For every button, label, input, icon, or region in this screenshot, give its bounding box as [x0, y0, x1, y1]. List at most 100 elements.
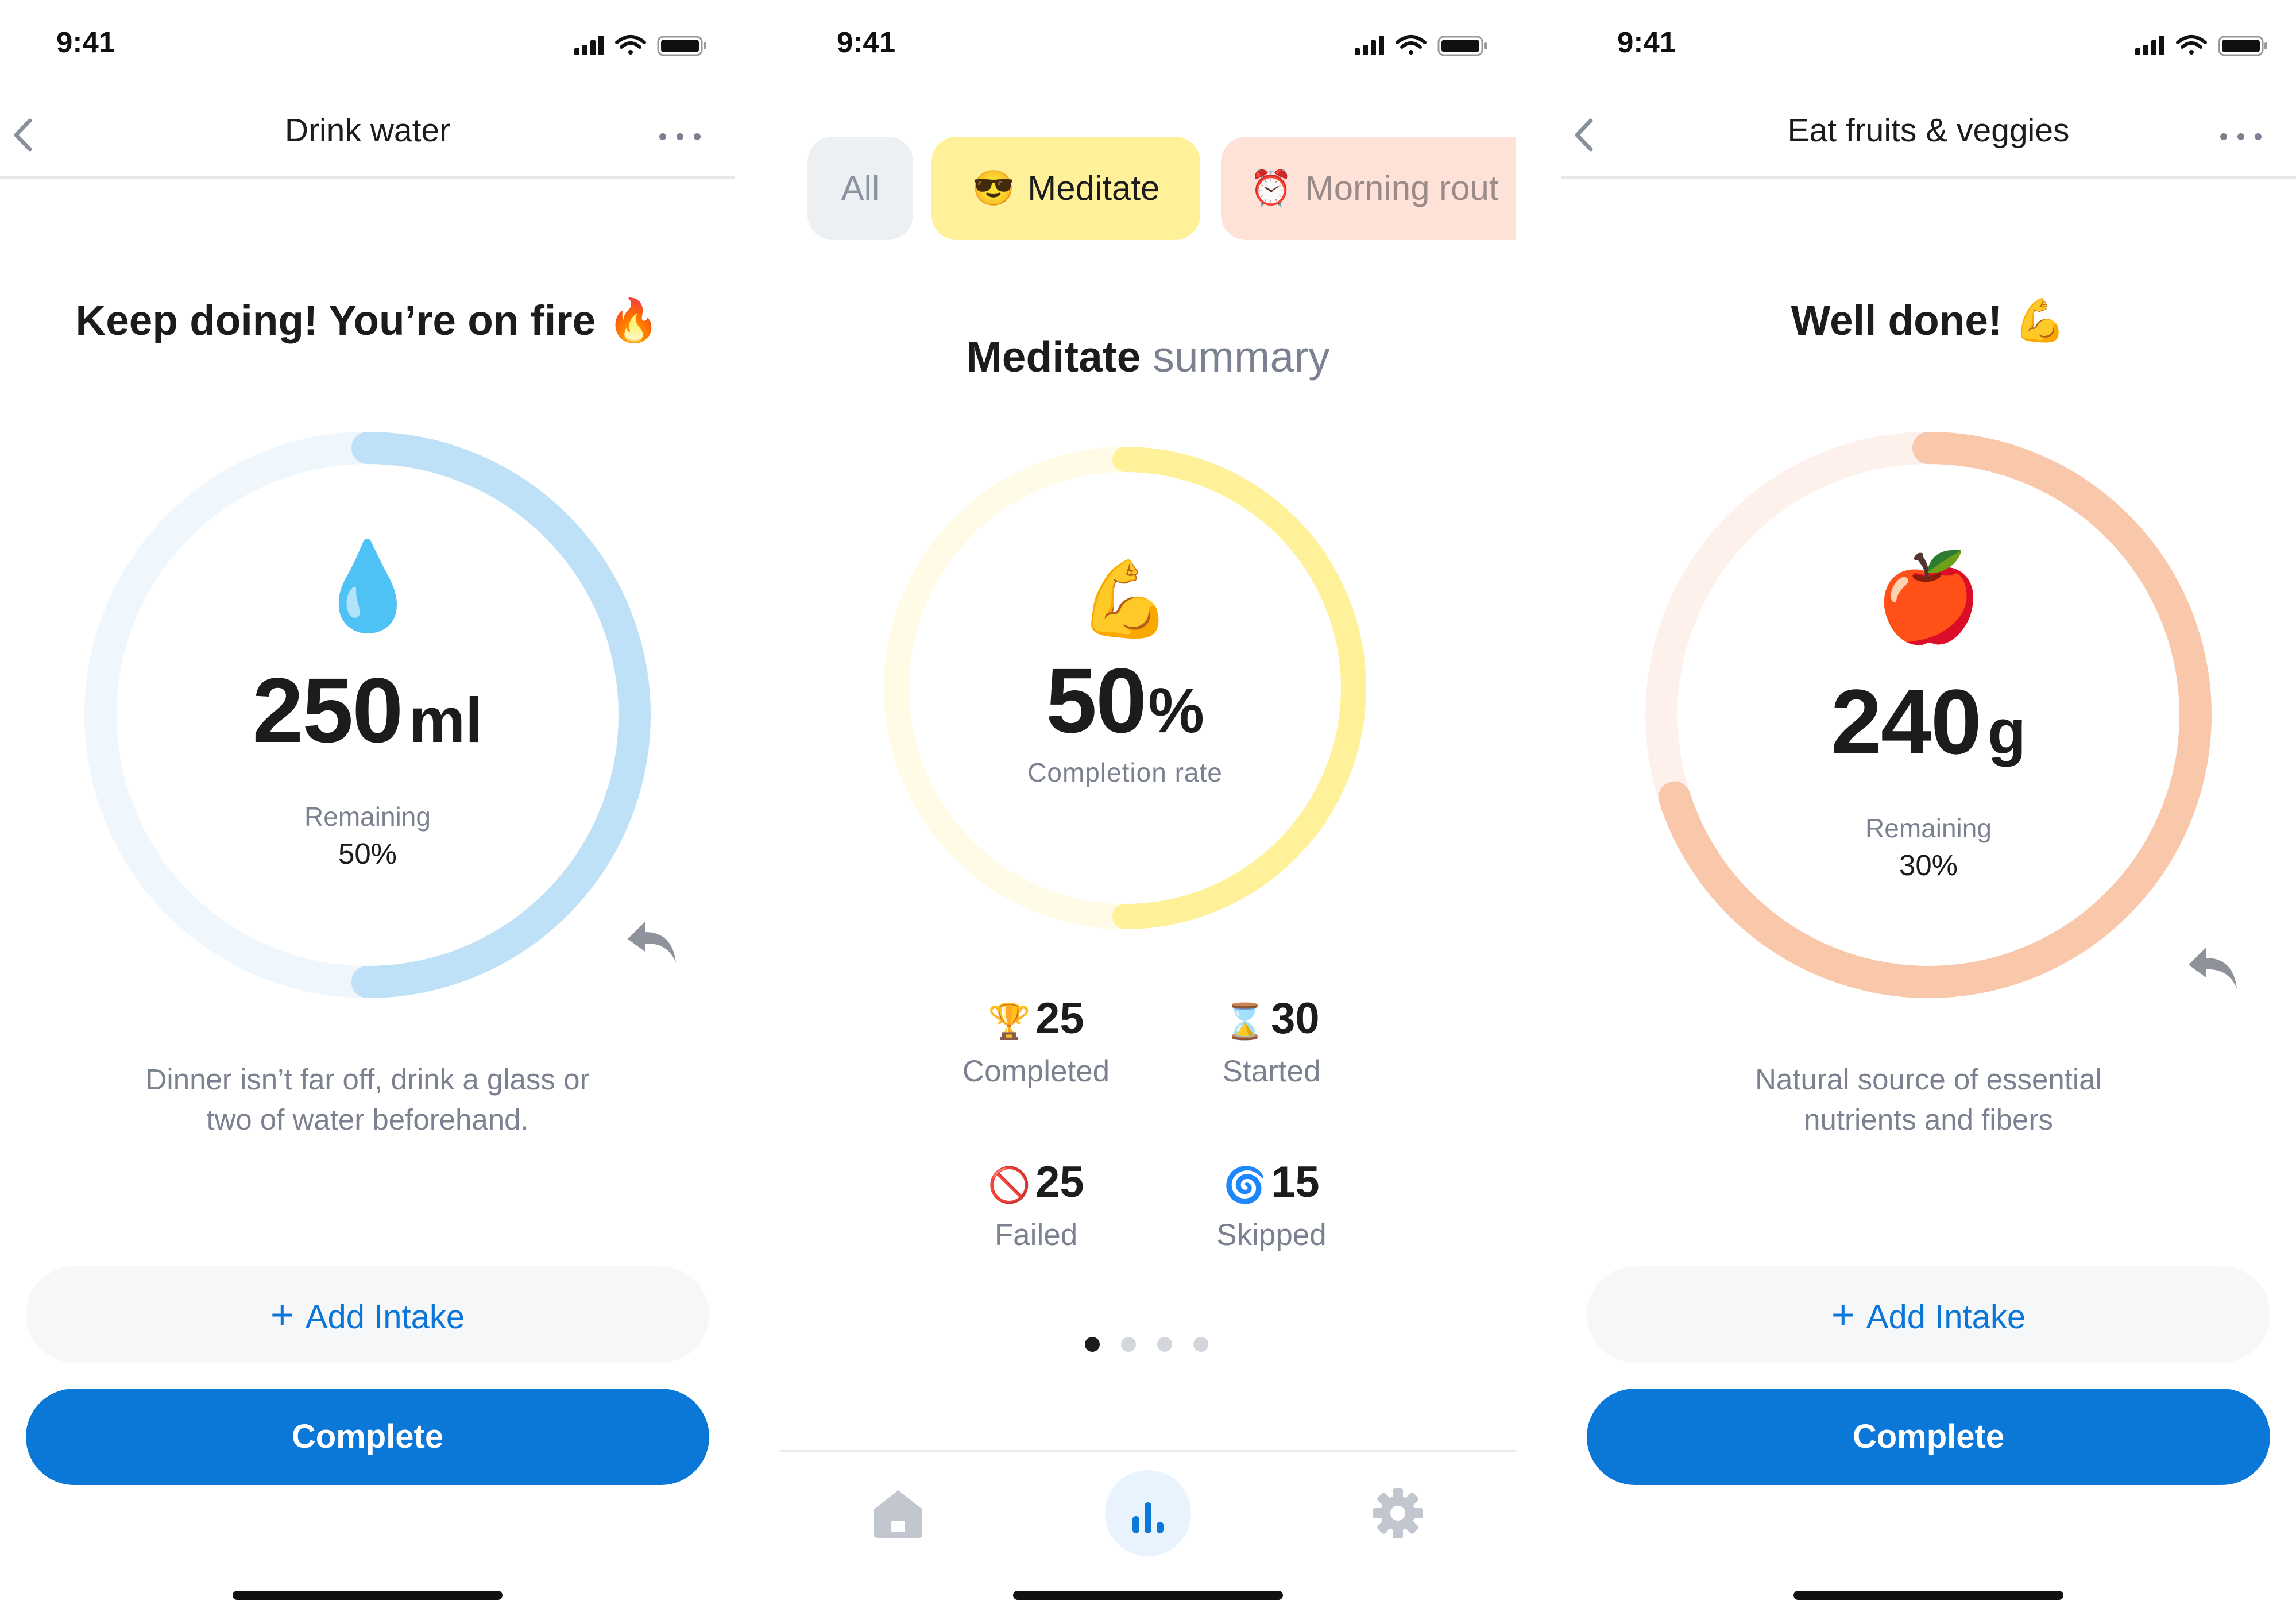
value-number: 240	[1830, 670, 1982, 773]
trophy-icon: 🏆	[988, 1002, 1031, 1041]
stat-started-value: 30	[1271, 994, 1320, 1043]
stat-failed: 🚫 25 Failed	[921, 1157, 1151, 1252]
status-bar: 9:41	[780, 23, 1516, 69]
alarm-clock-icon: ⏰	[1250, 169, 1293, 207]
stat-skipped: 🌀 15 Skipped	[1157, 1157, 1386, 1252]
completion-unit: %	[1148, 675, 1204, 746]
motivation-headline: Well done! 💪	[1561, 296, 2296, 345]
motivation-headline: Keep doing! You’re on fire 🔥	[0, 296, 735, 345]
wifi-icon	[615, 35, 646, 55]
flexed-biceps-icon: 💪	[1079, 557, 1172, 641]
wifi-icon	[1396, 35, 1427, 55]
completion-number: 50	[1046, 649, 1147, 752]
page-indicator[interactable]	[1085, 1337, 1217, 1353]
settings-icon	[1373, 1488, 1423, 1538]
complete-button[interactable]: Complete	[26, 1389, 709, 1485]
stats-icon	[1132, 1502, 1164, 1533]
status-time: 9:41	[56, 26, 115, 59]
sunglasses-face-icon: 😎	[972, 169, 1015, 207]
stat-skipped-value: 15	[1271, 1158, 1320, 1207]
cellular-signal-icon	[574, 36, 604, 55]
page-dot[interactable]	[1085, 1337, 1100, 1352]
status-bar: 9:41	[1561, 23, 2296, 69]
add-intake-button[interactable]: + Add Intake	[26, 1266, 709, 1363]
fire-icon: 🔥	[607, 297, 660, 344]
tab-home[interactable]	[855, 1470, 941, 1556]
stat-started-label: Started	[1222, 1054, 1321, 1088]
more-options-icon[interactable]	[658, 132, 702, 141]
add-intake-label: Add Intake	[1866, 1298, 2026, 1336]
remaining-percent: 50%	[338, 837, 397, 870]
cyclone-icon: 🌀	[1223, 1166, 1267, 1204]
add-intake-label: Add Intake	[305, 1298, 465, 1336]
remaining-label: Remaining	[1865, 813, 1992, 843]
flexed-biceps-icon: 💪	[2013, 297, 2066, 344]
headline-text: Keep doing! You’re on fire	[75, 297, 596, 344]
more-options-icon[interactable]	[2219, 132, 2263, 141]
completion-value: 50%	[884, 648, 1366, 753]
undo-icon[interactable]	[623, 916, 681, 968]
chip-morning-routine[interactable]: ⏰ Morning rout	[1221, 137, 1516, 240]
summary-word: summary	[1153, 333, 1330, 381]
remaining-label: Remaining	[304, 802, 431, 832]
stat-skipped-label: Skipped	[1216, 1218, 1327, 1252]
navigation-bar: Eat fruits & veggies	[1561, 98, 2296, 179]
complete-button[interactable]: Complete	[1587, 1389, 2270, 1485]
progress-ring: 🍎 240 g Remaining 30%	[1641, 428, 2216, 1002]
tip-description: Dinner isn’t far off, drink a glass or t…	[145, 1063, 590, 1136]
value-unit: g	[1987, 697, 2027, 767]
value-unit: ml	[409, 685, 483, 756]
stat-completed: 🏆 25 Completed	[921, 993, 1151, 1089]
status-time: 9:41	[1617, 26, 1676, 59]
home-indicator	[1013, 1591, 1283, 1600]
chip-meditate[interactable]: 😎 Meditate	[931, 137, 1200, 240]
page-title: Eat fruits & veggies	[1787, 112, 2070, 149]
cellular-signal-icon	[2135, 36, 2164, 55]
chip-all-label: All	[841, 169, 880, 207]
page-title: Drink water	[284, 112, 451, 149]
stat-completed-value: 25	[1035, 994, 1084, 1043]
status-icons	[574, 35, 706, 56]
stat-failed-value: 25	[1035, 1158, 1084, 1207]
home-indicator	[1793, 1591, 2063, 1600]
completion-ring: 💪 50% Completion rate	[884, 447, 1366, 929]
wifi-icon	[2176, 35, 2207, 55]
plus-icon: +	[270, 1292, 294, 1337]
add-intake-button[interactable]: + Add Intake	[1587, 1266, 2270, 1363]
summary-heading: Meditate summary	[780, 332, 1516, 381]
battery-icon	[1437, 36, 1487, 56]
stat-failed-label: Failed	[994, 1218, 1078, 1252]
status-time: 9:41	[837, 26, 896, 59]
page-dot[interactable]	[1121, 1337, 1136, 1352]
battery-icon	[657, 36, 706, 56]
page-dot[interactable]	[1193, 1337, 1208, 1352]
battery-icon	[2218, 36, 2267, 56]
plus-icon: +	[1831, 1292, 1855, 1337]
status-bar: 9:41	[0, 23, 735, 69]
prohibited-icon: 🚫	[988, 1166, 1031, 1204]
value-number: 250	[252, 659, 403, 761]
status-icons	[2135, 35, 2267, 56]
tab-stats[interactable]	[1105, 1470, 1191, 1556]
habit-filter-chips: All 😎 Meditate ⏰ Morning rout	[807, 137, 1516, 240]
drink-water-screen: 9:41 Drink water Keep doing! You’re on f…	[0, 0, 735, 1616]
red-apple-icon: 🍎	[1874, 549, 1982, 645]
summary-habit-name: Meditate	[966, 333, 1141, 381]
intake-value: 240 g	[1641, 669, 2216, 775]
navigation-bar: Drink water	[0, 98, 735, 179]
tab-settings[interactable]	[1355, 1470, 1441, 1556]
intake-value: 250 ml	[80, 658, 655, 763]
home-icon	[874, 1490, 922, 1538]
summary-screen: 9:41 All 😎 Meditate ⏰ Morning rout Meditat…	[780, 0, 1516, 1616]
page-dot[interactable]	[1157, 1337, 1172, 1352]
hourglass-icon: ⌛	[1223, 1002, 1267, 1041]
stat-completed-label: Completed	[962, 1054, 1110, 1088]
home-indicator	[233, 1591, 503, 1600]
chip-all[interactable]: All	[807, 137, 913, 240]
water-drop-icon: 💧	[314, 538, 422, 634]
undo-icon[interactable]	[2184, 942, 2241, 993]
progress-ring: 💧 250 ml Remaining 50%	[80, 428, 655, 1002]
completion-rate-label: Completion rate	[1027, 757, 1223, 787]
fruits-screen: 9:41 Eat fruits & veggies Well done! 💪 🍎…	[1561, 0, 2296, 1616]
remaining-percent: 30%	[1899, 849, 1958, 882]
